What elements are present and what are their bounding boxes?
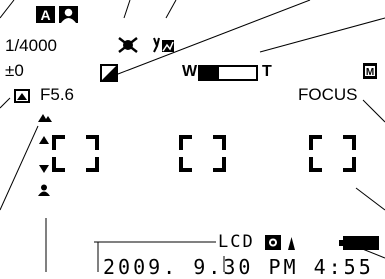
af-frames — [52, 135, 356, 172]
lcd-label: LCD — [218, 232, 255, 252]
date-display: 2009. 9.30 PM 4:55 — [103, 257, 374, 277]
battery-icon — [339, 236, 379, 250]
af-frame-center — [179, 135, 226, 172]
af-frame-left — [52, 135, 99, 172]
battery-bar — [358, 239, 365, 247]
camera-viewfinder-screen: A W T M 1/4000 ±0 F5.6 FOCUS LCD 2009. 9… — [0, 0, 385, 277]
date-value: 2009. 9.30 — [103, 255, 254, 279]
battery-bar — [368, 239, 375, 247]
af-frame-right — [309, 135, 356, 172]
brightness-icon — [265, 235, 295, 250]
battery-bar — [348, 239, 355, 247]
time-value: PM 4:55 — [268, 255, 374, 279]
